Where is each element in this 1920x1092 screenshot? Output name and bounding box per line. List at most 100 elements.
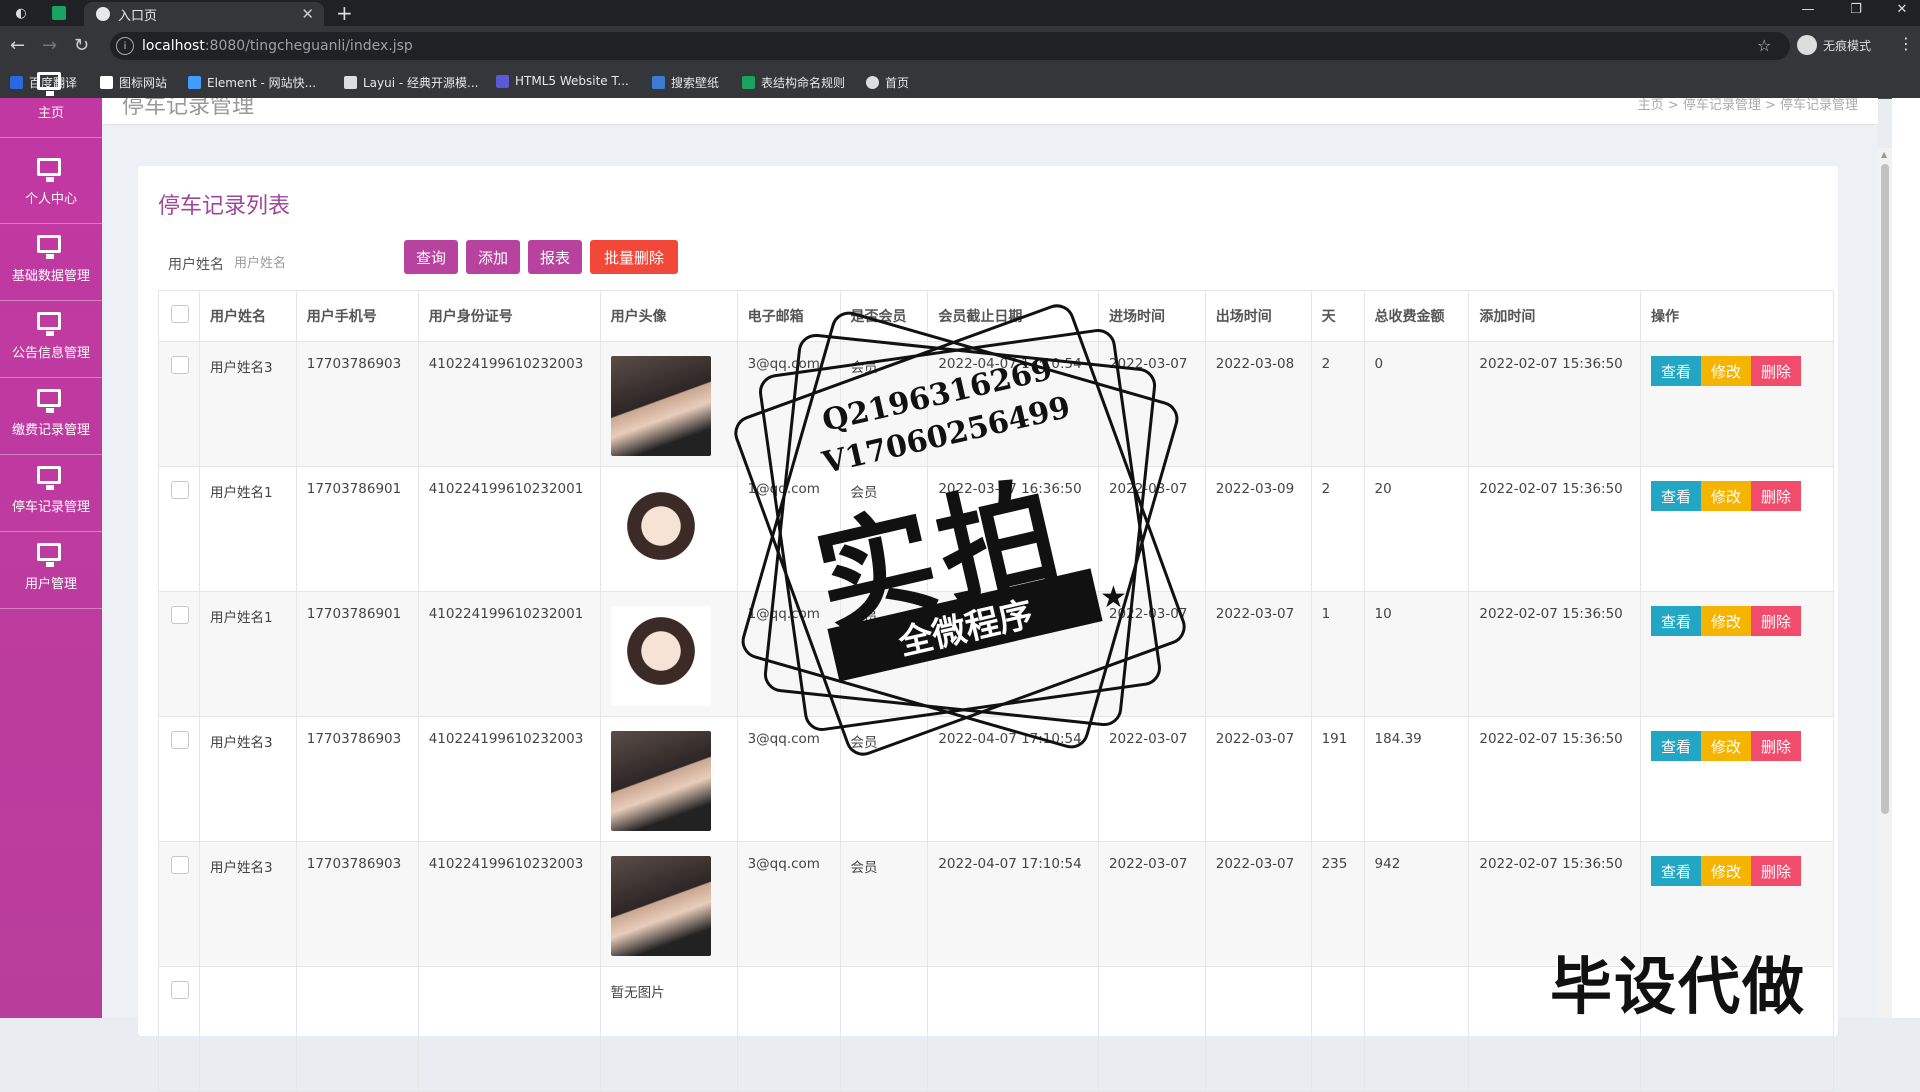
back-icon[interactable]: ← [10, 35, 25, 56]
incognito-icon [1797, 35, 1817, 55]
scroll-up-icon[interactable]: ▲ [1881, 150, 1887, 159]
row-checkbox-cell [158, 716, 200, 842]
cell-out: 2022-03-08 [1204, 341, 1312, 467]
cell-member-end: 2022-04-07 17:10:54 [927, 841, 1099, 967]
delete-button[interactable]: 删除 [1751, 356, 1801, 386]
scrollbar-thumb[interactable] [1881, 164, 1889, 814]
view-button[interactable]: 查看 [1651, 731, 1701, 761]
view-button[interactable]: 查看 [1651, 856, 1701, 886]
bookmark-item[interactable]: 图标网站 [100, 74, 167, 91]
tab-close-icon[interactable]: ✕ [301, 5, 314, 23]
new-tab-icon[interactable]: + [336, 1, 353, 25]
pinned-tab-icon[interactable] [48, 2, 70, 24]
select-all-cell [158, 290, 200, 342]
query-button[interactable]: 查询 [404, 240, 458, 274]
bookmark-item[interactable]: 表结构命名规则 [742, 74, 845, 91]
column-header: 进场时间 [1097, 290, 1206, 342]
row-actions: 查看 修改 删除 [1651, 731, 1823, 761]
wallpaper-icon [652, 76, 665, 89]
bookmark-item[interactable]: HTML5 Website T... [496, 74, 629, 88]
browser-titlebar: ◐ 入口页 ✕ + — ❐ ✕ [0, 0, 1920, 26]
bookmark-item[interactable]: 搜索壁纸 [652, 74, 719, 91]
search-input[interactable] [232, 246, 376, 280]
edit-button[interactable]: 修改 [1701, 856, 1751, 886]
bookmark-item[interactable]: Element - 网站快... [188, 74, 316, 91]
cell-member: 会员 [839, 466, 929, 592]
edit-button[interactable]: 修改 [1701, 731, 1751, 761]
cell-in [1097, 966, 1206, 1092]
sidebar-item-home[interactable]: 主页 [0, 62, 102, 138]
sidebar-item-parking[interactable]: 停车记录管理 [0, 456, 102, 532]
edit-button[interactable]: 修改 [1701, 606, 1751, 636]
cell-member-end [927, 966, 1099, 1092]
scrollbar[interactable]: ▲ [1878, 148, 1892, 1018]
row-checkbox[interactable] [171, 731, 189, 749]
window-close-icon[interactable]: ✕ [1890, 2, 1914, 17]
delete-button[interactable]: 删除 [1751, 481, 1801, 511]
cell-phone: 17703786901 [295, 591, 419, 717]
bookmark-star-icon[interactable]: ☆ [1757, 36, 1771, 55]
add-button[interactable]: 添加 [466, 240, 520, 274]
cell-name [199, 966, 297, 1092]
browser-menu-icon[interactable]: ⋮ [1898, 34, 1914, 53]
avatar-cell [599, 841, 738, 967]
active-tab[interactable]: 入口页 ✕ [84, 2, 324, 26]
bookmark-item[interactable]: Layui - 经典开源模... [344, 74, 478, 91]
avatar [610, 606, 711, 706]
select-all-checkbox[interactable] [171, 305, 189, 323]
cell-in: 2022-03-07 [1097, 466, 1206, 592]
cell-in: 2022-03-07 [1097, 341, 1206, 467]
table-row: 用户姓名1 17703786901 410224199610232001 1@qq.c… [158, 466, 1834, 592]
edit-button[interactable]: 修改 [1701, 481, 1751, 511]
row-checkbox[interactable] [171, 606, 189, 624]
row-checkbox[interactable] [171, 981, 189, 999]
row-checkbox[interactable] [171, 856, 189, 874]
edit-button[interactable]: 修改 [1701, 356, 1751, 386]
cell-in: 2022-03-07 [1097, 591, 1206, 717]
delete-button[interactable]: 删除 [1751, 856, 1801, 886]
sidebar-item-payment[interactable]: 缴费记录管理 [0, 379, 102, 455]
cell-member-end: 2022-03-07 16:36:50 [927, 466, 1099, 592]
row-checkbox-cell [158, 591, 200, 717]
cell-email: 3@qq.com [736, 341, 841, 467]
cell-name: 用户姓名1 [199, 591, 297, 717]
table-row: 用户姓名1 17703786901 410224199610232001 1@qq.c… [158, 591, 1834, 717]
site-info-icon[interactable]: i [116, 37, 134, 55]
cell-name: 用户姓名3 [199, 716, 297, 842]
url-field[interactable]: i localhost:8080/tingcheguanli/index.jsp [110, 32, 1790, 60]
page-header: 停车记录管理 主页 > 停车记录管理 > 停车记录管理 [102, 98, 1878, 125]
ops-cell: 查看 修改 删除 [1640, 466, 1834, 592]
view-button[interactable]: 查看 [1651, 606, 1701, 636]
view-button[interactable]: 查看 [1651, 481, 1701, 511]
row-checkbox[interactable] [171, 481, 189, 499]
chrome-menu-icon[interactable]: ◐ [10, 2, 32, 24]
corner-watermark: 毕设代做 [1550, 950, 1807, 1023]
cell-added: 2022-02-07 15:36:50 [1468, 716, 1641, 842]
cell-days: 1 [1310, 591, 1365, 717]
sidebar-item-users[interactable]: 用户管理 [0, 533, 102, 609]
reload-icon[interactable]: ↻ [74, 35, 89, 56]
monitor-icon [37, 543, 61, 567]
cell-member: 会员 [839, 841, 929, 967]
bookmark-item[interactable]: 首页 [866, 74, 909, 91]
restore-icon[interactable]: ❐ [1844, 2, 1868, 17]
url-host: localhost [142, 38, 205, 54]
delete-button[interactable]: 删除 [1751, 731, 1801, 761]
row-actions: 查看 修改 删除 [1651, 356, 1823, 386]
view-button[interactable]: 查看 [1651, 356, 1701, 386]
ops-cell: 查看 修改 删除 [1640, 591, 1834, 717]
batch-delete-button[interactable]: 批量删除 [590, 240, 678, 274]
column-header: 电子邮箱 [736, 290, 841, 342]
cell-out: 2022-03-07 [1204, 591, 1312, 717]
forward-icon[interactable]: → [42, 35, 57, 56]
delete-button[interactable]: 删除 [1751, 606, 1801, 636]
cell-email: 1@qq.com [736, 591, 841, 717]
sidebar-item-basic-data[interactable]: 基础数据管理 [0, 225, 102, 301]
report-button[interactable]: 报表 [528, 240, 582, 274]
sidebar-item-notice[interactable]: 公告信息管理 [0, 302, 102, 378]
sidebar-item-profile[interactable]: 个人中心 [0, 148, 102, 224]
row-checkbox[interactable] [171, 356, 189, 374]
cell-email: 1@qq.com [736, 466, 841, 592]
incognito-badge[interactable]: 无痕模式 [1797, 35, 1871, 55]
minimize-icon[interactable]: — [1796, 2, 1820, 17]
